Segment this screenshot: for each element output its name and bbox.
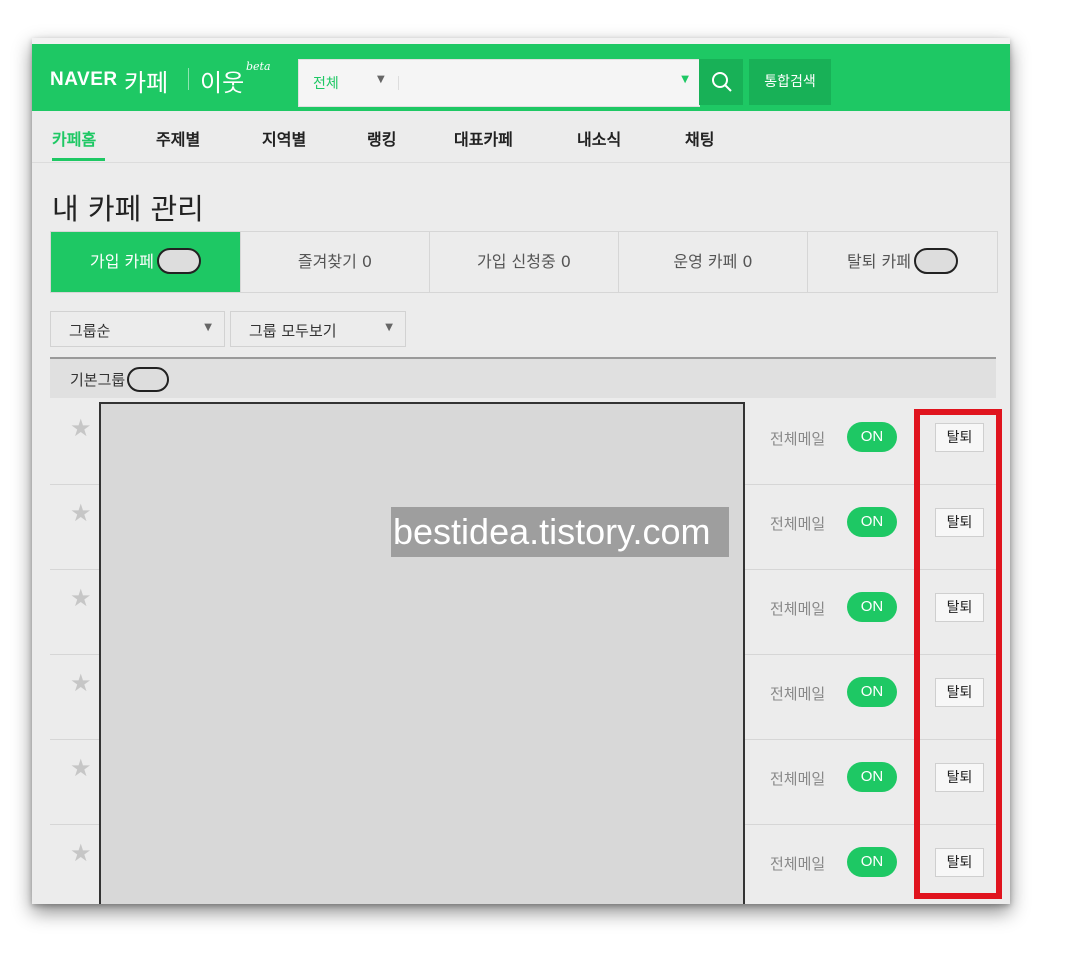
header-bar: NAVER 카페 이웃 beta 전체 ▼ ▼ 통합검색 — [32, 44, 1010, 111]
group-filter-label: 그룹 모두보기 — [249, 322, 337, 340]
all-mail-label: 전체메일 — [770, 600, 826, 618]
chevron-down-icon: ▼ — [204, 322, 212, 333]
star-icon[interactable]: ★ — [70, 754, 92, 782]
star-icon[interactable]: ★ — [70, 414, 92, 442]
star-icon[interactable]: ★ — [70, 839, 92, 867]
tab-left-cafes[interactable]: 탈퇴 카페 — [808, 232, 997, 292]
search-input[interactable] — [403, 66, 667, 100]
search-scope-select[interactable]: 전체 — [313, 73, 339, 93]
nav-topics[interactable]: 주제별 — [156, 126, 200, 150]
autocomplete-caret-icon[interactable]: ▼ — [681, 74, 689, 85]
all-mail-label: 전체메일 — [770, 855, 826, 873]
search-box: 전체 ▼ ▼ — [298, 59, 700, 107]
caret-down-icon[interactable]: ▼ — [377, 74, 385, 85]
star-icon[interactable]: ★ — [70, 584, 92, 612]
star-icon[interactable]: ★ — [70, 499, 92, 527]
sort-dropdown[interactable]: 그룹순 ▼ — [50, 311, 225, 347]
unified-search-button[interactable]: 통합검색 — [749, 59, 831, 105]
nav-featured-cafe[interactable]: 대표카페 — [454, 126, 513, 150]
nav-active-underline — [52, 158, 105, 161]
cafe-window: NAVER 카페 이웃 beta 전체 ▼ ▼ 통합검색 카페홈 주제별 지역별… — [32, 38, 1010, 904]
cafe-logo[interactable]: 카페 — [124, 63, 168, 98]
count-redaction-pill — [156, 248, 201, 274]
tab-label: 탈퇴 카페 — [847, 252, 911, 271]
tab-label: 운영 카페 0 — [673, 252, 753, 271]
mail-toggle[interactable]: ON — [847, 847, 897, 877]
mail-toggle[interactable]: ON — [847, 507, 897, 537]
search-button[interactable] — [699, 59, 743, 105]
all-mail-label: 전체메일 — [770, 430, 826, 448]
leave-buttons-highlight-box — [914, 409, 1002, 899]
sort-dropdown-label: 그룹순 — [69, 322, 111, 340]
group-label: 기본그룹 — [70, 366, 170, 392]
cafe-tabs: 가입 카페 즐겨찾기 0 가입 신청중 0 운영 카페 0 탈퇴 카페 — [50, 231, 998, 293]
redacted-cafe-list-area — [99, 402, 745, 904]
nav-cafe-home[interactable]: 카페홈 — [52, 126, 96, 150]
nav-my-news[interactable]: 내소식 — [577, 126, 621, 150]
all-mail-label: 전체메일 — [770, 770, 826, 788]
tab-joined-cafes[interactable]: 가입 카페 — [51, 232, 241, 292]
group-filter-dropdown[interactable]: 그룹 모두보기 ▼ — [230, 311, 406, 347]
beta-badge: beta — [246, 60, 271, 73]
tab-label: 즐겨찾기 0 — [297, 252, 373, 271]
chevron-down-icon: ▼ — [385, 322, 393, 333]
page-title: 내 카페 관리 — [52, 192, 204, 226]
tab-label: 가입 카페 — [90, 252, 154, 271]
count-redaction-pill — [913, 248, 958, 274]
nav-regions[interactable]: 지역별 — [262, 126, 306, 150]
nav-ranking[interactable]: 랭킹 — [367, 126, 396, 150]
star-icon[interactable]: ★ — [70, 669, 92, 697]
mail-toggle[interactable]: ON — [847, 762, 897, 792]
tab-managed-cafes[interactable]: 운영 카페 0 — [619, 232, 808, 292]
tab-favorites[interactable]: 즐겨찾기 0 — [241, 232, 430, 292]
watermark: bestidea.tistory.com — [391, 507, 729, 557]
main-nav: 카페홈 주제별 지역별 랭킹 대표카페 내소식 채팅 — [32, 111, 1010, 163]
naver-logo[interactable]: NAVER — [50, 69, 118, 91]
mail-toggle[interactable]: ON — [847, 592, 897, 622]
logo-divider — [188, 68, 189, 90]
mail-toggle[interactable]: ON — [847, 422, 897, 452]
count-redaction-pill — [127, 366, 170, 392]
scope-divider — [398, 76, 399, 90]
neighbor-logo[interactable]: 이웃 — [200, 63, 244, 98]
tab-label: 가입 신청중 0 — [477, 252, 571, 271]
group-header: 기본그룹 — [50, 357, 996, 398]
search-icon — [712, 72, 732, 92]
all-mail-label: 전체메일 — [770, 515, 826, 533]
tab-pending-join[interactable]: 가입 신청중 0 — [430, 232, 619, 292]
nav-chat[interactable]: 채팅 — [685, 126, 714, 150]
mail-toggle[interactable]: ON — [847, 677, 897, 707]
all-mail-label: 전체메일 — [770, 685, 826, 703]
